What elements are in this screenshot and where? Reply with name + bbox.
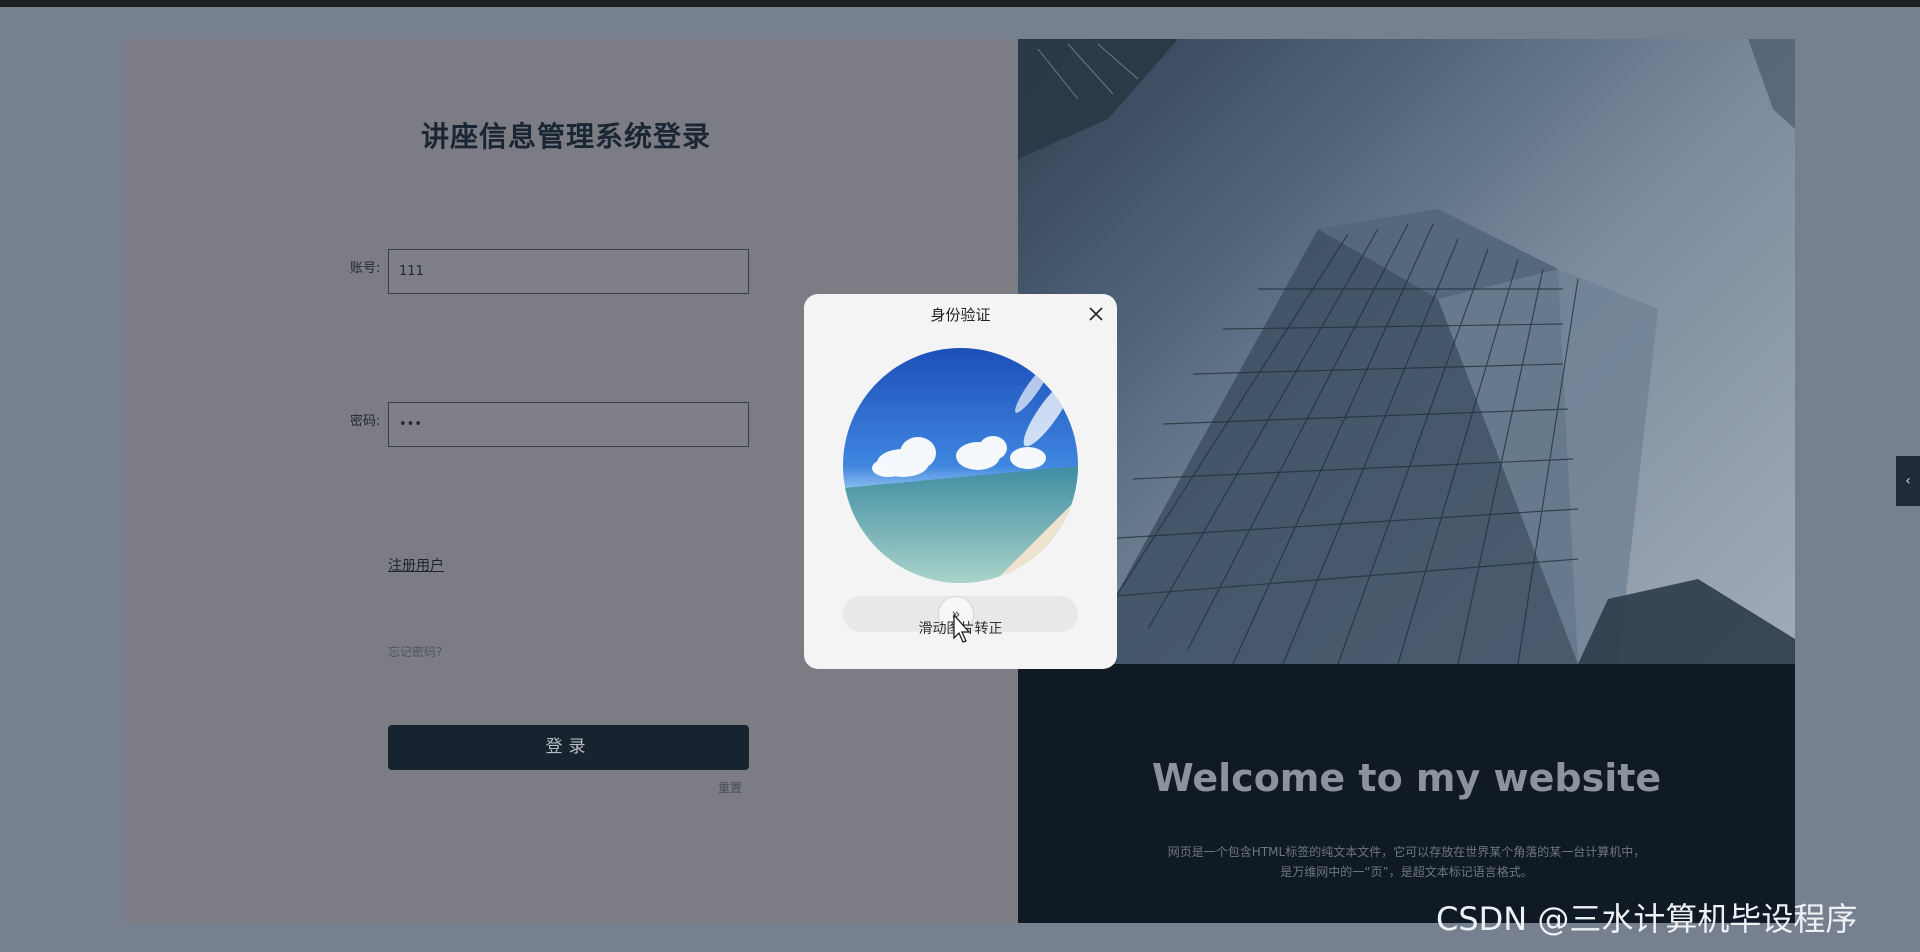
account-input[interactable]: 111 bbox=[388, 249, 749, 294]
verification-modal: 身份验证 » bbox=[804, 294, 1117, 669]
modal-title: 身份验证 bbox=[930, 306, 991, 324]
welcome-panel: Welcome to my website 网页是一个包含HTML标签的纯文本文… bbox=[1018, 39, 1795, 923]
rotate-captcha-image bbox=[843, 348, 1078, 583]
welcome-description: 网页是一个包含HTML标签的纯文本文件，它可以存放在世界某个角落的某一台计算机中… bbox=[1018, 842, 1795, 882]
login-button[interactable]: 登录 bbox=[388, 725, 749, 770]
side-collapse-tab[interactable]: ‹ bbox=[1896, 456, 1920, 506]
password-input[interactable]: ••• bbox=[388, 402, 749, 447]
welcome-line-2: 是万维网中的一“页”，是超文本标记语言格式。 bbox=[1280, 865, 1533, 879]
building-illustration bbox=[1018, 39, 1795, 664]
chevron-left-icon: ‹ bbox=[1905, 473, 1911, 489]
beach-image bbox=[843, 348, 1078, 583]
welcome-section: Welcome to my website 网页是一个包含HTML标签的纯文本文… bbox=[1018, 664, 1795, 923]
building-photo bbox=[1018, 39, 1795, 664]
welcome-line-1: 网页是一个包含HTML标签的纯文本文件，它可以存放在世界某个角落的某一台计算机中… bbox=[1167, 845, 1646, 859]
close-icon[interactable] bbox=[1088, 306, 1104, 322]
welcome-title: Welcome to my website bbox=[1151, 756, 1662, 800]
password-label: 密码: bbox=[350, 414, 381, 429]
mouse-pointer-icon bbox=[953, 614, 971, 643]
register-link[interactable]: 注册用户 bbox=[388, 555, 444, 575]
forgot-password-link[interactable]: 忘记密码? bbox=[388, 643, 442, 660]
watermark: CSDN @三水计算机毕设程序 bbox=[1436, 900, 1858, 938]
reset-link[interactable]: 重置 bbox=[718, 779, 742, 796]
account-label: 账号: bbox=[350, 261, 381, 276]
page-title: 讲座信息管理系统登录 bbox=[420, 120, 711, 153]
top-bar bbox=[0, 0, 1920, 7]
